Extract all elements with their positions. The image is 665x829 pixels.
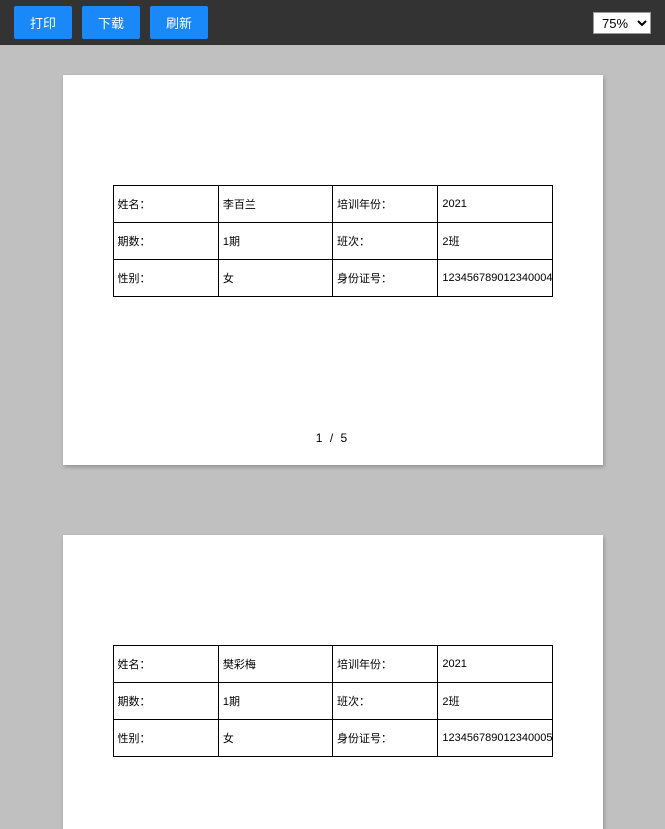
document-viewport[interactable]: 姓名： 李百兰 培训年份： 2021 期数： 1期 班次： 2班 性别： 女 身… xyxy=(0,45,665,829)
value-period: 1期 xyxy=(218,223,332,260)
table-row: 性别： 女 身份证号： 123456789012340004 xyxy=(113,260,552,297)
value-class: 2班 xyxy=(438,223,552,260)
table-row: 期数： 1期 班次： 2班 xyxy=(113,223,552,260)
label-name: 姓名： xyxy=(113,646,218,683)
info-table: 姓名： 樊彩梅 培训年份： 2021 期数： 1期 班次： 2班 性别： 女 身… xyxy=(113,645,553,757)
page: 姓名： 李百兰 培训年份： 2021 期数： 1期 班次： 2班 性别： 女 身… xyxy=(63,75,603,465)
table-row: 性别： 女 身份证号： 123456789012340005 xyxy=(113,720,552,757)
value-class: 2班 xyxy=(438,683,552,720)
download-button[interactable]: 下载 xyxy=(82,6,140,39)
label-period: 期数： xyxy=(113,683,218,720)
label-gender: 性别： xyxy=(113,260,218,297)
zoom-select[interactable]: 75% xyxy=(593,12,651,34)
refresh-button[interactable]: 刷新 xyxy=(150,6,208,39)
label-year: 培训年份： xyxy=(332,186,437,223)
value-year: 2021 xyxy=(438,646,552,683)
value-name: 樊彩梅 xyxy=(218,646,332,683)
value-period: 1期 xyxy=(218,683,332,720)
value-gender: 女 xyxy=(218,720,332,757)
toolbar: 打印 下载 刷新 75% xyxy=(0,0,665,45)
table-row: 姓名： 李百兰 培训年份： 2021 xyxy=(113,186,552,223)
page-number: 1 / 5 xyxy=(63,431,603,445)
label-gender: 性别： xyxy=(113,720,218,757)
label-name: 姓名： xyxy=(113,186,218,223)
print-button[interactable]: 打印 xyxy=(14,6,72,39)
value-idno: 123456789012340004 xyxy=(438,260,552,297)
value-name: 李百兰 xyxy=(218,186,332,223)
value-idno: 123456789012340005 xyxy=(438,720,552,757)
label-class: 班次： xyxy=(332,223,437,260)
label-idno: 身份证号： xyxy=(332,260,437,297)
page: 姓名： 樊彩梅 培训年份： 2021 期数： 1期 班次： 2班 性别： 女 身… xyxy=(63,535,603,829)
label-idno: 身份证号： xyxy=(332,720,437,757)
label-year: 培训年份： xyxy=(332,646,437,683)
label-class: 班次： xyxy=(332,683,437,720)
info-table: 姓名： 李百兰 培训年份： 2021 期数： 1期 班次： 2班 性别： 女 身… xyxy=(113,185,553,297)
label-period: 期数： xyxy=(113,223,218,260)
value-year: 2021 xyxy=(438,186,552,223)
value-gender: 女 xyxy=(218,260,332,297)
table-row: 期数： 1期 班次： 2班 xyxy=(113,683,552,720)
table-row: 姓名： 樊彩梅 培训年份： 2021 xyxy=(113,646,552,683)
